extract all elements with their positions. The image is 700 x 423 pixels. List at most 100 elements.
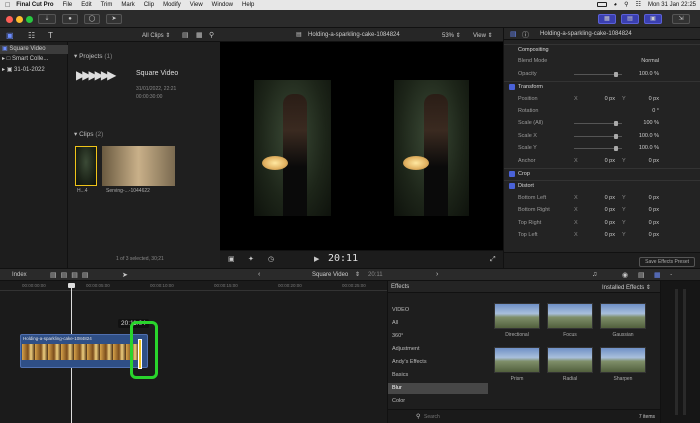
value-field[interactable]: 0 px (649, 205, 659, 215)
inspector-row[interactable]: Position X 0 px Y 0 px (504, 94, 700, 104)
apple-icon[interactable]:  (5, 2, 10, 9)
slider[interactable] (574, 121, 622, 127)
view-dropdown[interactable]: View ⇕ (473, 32, 493, 39)
menu-modify[interactable]: Modify (163, 2, 181, 8)
background-tasks-button[interactable]: ◯ (84, 14, 100, 24)
checkbox[interactable] (509, 171, 515, 177)
value-field[interactable]: 100.0 % (639, 131, 659, 141)
value-field[interactable]: Normal (641, 56, 659, 66)
effect-thumbnail[interactable] (547, 347, 593, 373)
photos-icon[interactable]: ☷ (28, 31, 35, 40)
effect-thumbnail[interactable] (494, 303, 540, 329)
timeline-ruler[interactable]: 00:00:00:00 00:00:05:00 00:00:10:00 00:0… (0, 281, 387, 291)
close-window-button[interactable] (6, 16, 13, 23)
value-field[interactable]: 0 px (605, 230, 615, 240)
chevron-down-icon[interactable]: ⇕ (355, 271, 360, 278)
timeline-clip[interactable]: Holding-a-sparkling-cake-1084824 (20, 334, 148, 368)
inspector-row[interactable]: Opacity 100.0 % (504, 69, 700, 79)
project-thumbnail[interactable]: ▶▶▶▶▶▶ (76, 68, 132, 82)
speed-tool-icon[interactable]: ◷ (268, 255, 274, 263)
effects-category[interactable]: VIDEO (388, 305, 488, 316)
search-icon[interactable]: ⚲ (624, 1, 628, 8)
clip-tools-icon[interactable]: ▤▤▤▤ (50, 271, 92, 279)
filter-dropdown[interactable]: All Clips ⇕ (142, 32, 170, 39)
effect-thumbnail[interactable] (547, 303, 593, 329)
zoom-dropdown[interactable]: 53% ⇕ (442, 32, 461, 39)
clip-appearance-icon[interactable]: ▦ (196, 31, 203, 39)
inspector-row[interactable]: Anchor X 0 px Y 0 px (504, 156, 700, 166)
menu-clip[interactable]: Clip (144, 2, 154, 8)
menu-window[interactable]: Window (212, 2, 233, 8)
menu-clock[interactable]: Mon 31 Jan 22:25 (648, 2, 696, 8)
value-field[interactable]: 0 px (649, 218, 659, 228)
effect-thumbnail[interactable] (600, 303, 646, 329)
checkbox[interactable] (509, 84, 515, 91)
value-field[interactable]: 0 px (605, 205, 615, 215)
sidebar-item-smart-collections[interactable]: ▸ □ Smart Colle... (0, 55, 68, 64)
inspector-row[interactable]: Rotation 0 ° (504, 106, 700, 116)
transform-tool-icon[interactable]: ▣ (228, 255, 235, 263)
menu-help[interactable]: Help (242, 2, 254, 8)
slider-knob[interactable] (614, 121, 618, 127)
effect-thumbnail[interactable] (600, 347, 646, 373)
effects-browser-icon[interactable]: ▦ (654, 271, 661, 279)
checkbox[interactable] (509, 183, 515, 190)
save-effects-preset-button[interactable]: Save Effects Preset (639, 257, 695, 267)
inspector-layout-button[interactable]: ▣ (644, 14, 662, 24)
inspector-row[interactable]: Scale X 100.0 % (504, 131, 700, 141)
sidebar-item-event[interactable]: ▸ ▣ 31-01-2022 (0, 66, 68, 75)
forward-arrow-icon[interactable]: › (436, 271, 438, 278)
info-inspector-tab[interactable]: ⓘ (522, 30, 529, 40)
value-field[interactable]: 0 px (649, 94, 659, 104)
value-field[interactable]: 0 px (605, 218, 615, 228)
share-button[interactable]: ➤ (106, 14, 122, 24)
headphones-icon[interactable]: ◉ (622, 271, 628, 279)
slider-knob[interactable] (614, 133, 618, 139)
inspector-row[interactable]: Transform (504, 81, 700, 91)
menu-edit[interactable]: Edit (81, 2, 91, 8)
enhance-tool-icon[interactable]: ✦ (248, 255, 254, 263)
app-menu[interactable]: Final Cut Pro (16, 2, 53, 8)
import-button[interactable]: ⇣ (38, 14, 56, 24)
effects-category[interactable]: Adjustment (388, 344, 488, 355)
effects-category[interactable]: Color (388, 396, 488, 407)
audio-icon[interactable]: ♫ (592, 271, 597, 278)
inspector-row[interactable]: Top Right X 0 px Y 0 px (504, 218, 700, 228)
inspector-row[interactable]: Bottom Right X 0 px Y 0 px (504, 205, 700, 215)
inspector-row[interactable]: Distort (504, 180, 700, 190)
inspector-row[interactable]: Scale Y 100.0 % (504, 143, 700, 153)
effects-category[interactable]: 360° (388, 331, 488, 342)
playhead-handle[interactable] (68, 283, 75, 288)
inspector-row[interactable]: Top Left X 0 px Y 0 px (504, 230, 700, 240)
menu-trim[interactable]: Trim (101, 2, 113, 8)
value-field[interactable]: 0 px (605, 156, 615, 166)
menu-mark[interactable]: Mark (121, 2, 134, 8)
index-button[interactable]: Index (12, 272, 27, 278)
value-field[interactable]: 0 px (649, 156, 659, 166)
select-tool-icon[interactable]: ➤ (122, 271, 128, 279)
battery-icon[interactable] (596, 2, 607, 7)
value-field[interactable]: 100.0 % (639, 69, 659, 79)
sidebar-item-library[interactable]: ▣ Square Video (0, 45, 68, 54)
keywords-button[interactable]: ● (62, 14, 78, 24)
slider[interactable] (574, 71, 622, 77)
transitions-icon[interactable]: ⋅ (670, 271, 672, 279)
clip-thumbnail-1[interactable] (75, 146, 97, 186)
value-field[interactable]: 0 ° (652, 106, 659, 116)
installed-effects-dropdown[interactable]: Installed Effects ⇕ (602, 284, 651, 291)
browser-layout-button[interactable]: ▦ (598, 14, 616, 24)
slider[interactable] (574, 146, 622, 152)
slider-knob[interactable] (614, 71, 618, 77)
zoom-window-button[interactable] (26, 16, 33, 23)
video-inspector-tab[interactable]: ▤ (510, 30, 517, 38)
value-field[interactable]: 100.0 % (639, 143, 659, 153)
effects-category[interactable]: Basics (388, 370, 488, 381)
inspector-row[interactable]: Bottom Left X 0 px Y 0 px (504, 193, 700, 203)
value-field[interactable]: 0 px (649, 230, 659, 240)
value-field[interactable]: 0 px (649, 193, 659, 203)
effect-thumbnail[interactable] (494, 347, 540, 373)
control-center-icon[interactable]: ☷ (636, 1, 641, 8)
libraries-icon[interactable]: ▣ (6, 31, 14, 40)
value-field[interactable]: 100 % (643, 118, 659, 128)
projects-section-header[interactable]: ▾ Projects (1) (74, 52, 112, 60)
